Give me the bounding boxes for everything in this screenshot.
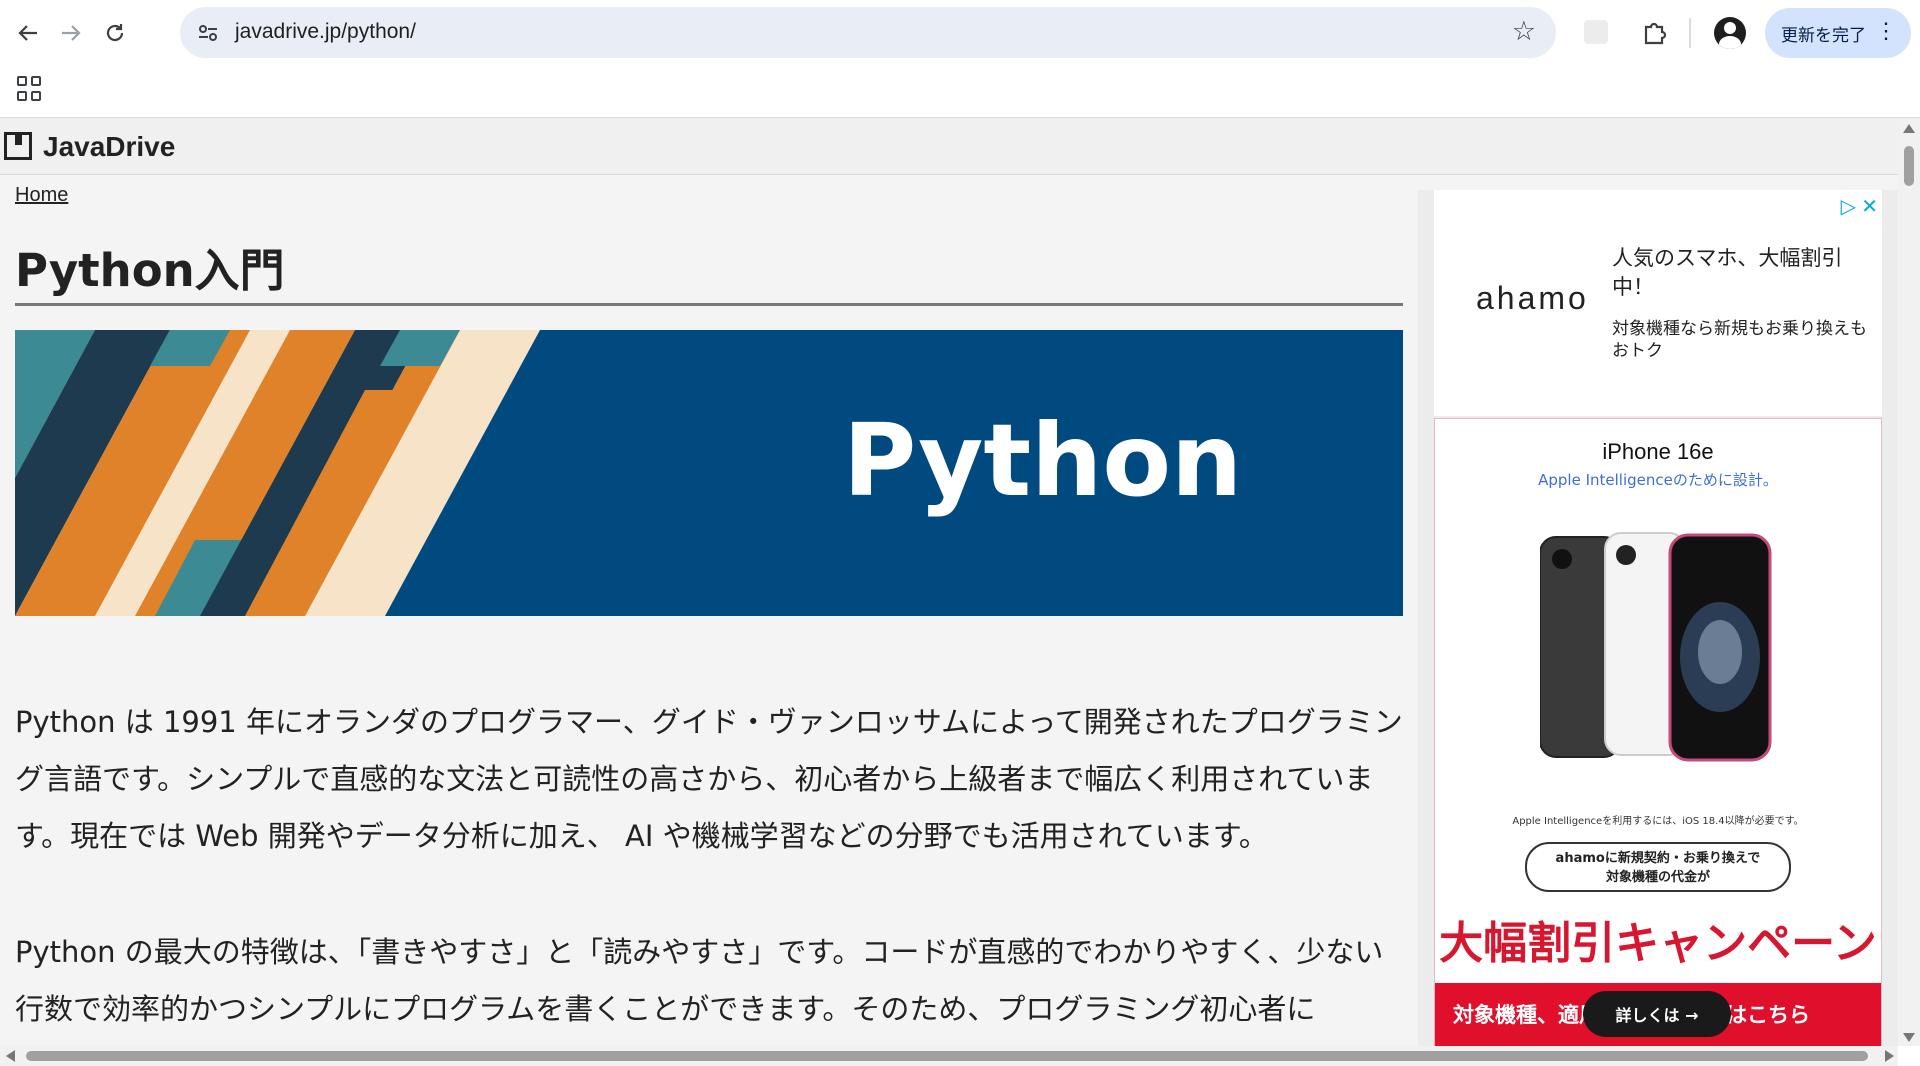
ad-product-name: iPhone 16e [1602,439,1714,464]
reload-icon [106,24,124,42]
star-icon[interactable]: ☆ [1512,16,1536,47]
address-bar[interactable]: javadrive.jp/python/ ☆ [180,7,1556,58]
ahamo-text-ad[interactable]: ▷ ✕ ahamo 人気のスマホ、大幅割引中！ 対象機種なら新規もお乗り換えもお… [1434,190,1882,416]
reload-button[interactable] [94,12,136,54]
tune-icon[interactable] [194,19,222,47]
site-header: JavaDrive [0,118,1898,175]
intro-paragraph: Python は 1991 年にオランダのプログラマー、グイド・ヴァンロッサムに… [15,705,1403,853]
vertical-scroll-thumb[interactable] [1904,146,1914,186]
ad-tagline: Apple Intelligenceのために設計。 [1538,471,1778,489]
horizontal-scrollbar[interactable] [0,1046,1898,1066]
ad-footer-bar[interactable]: 対象機種、適用条件の詳しくはこちら 詳しくは → [1435,983,1881,1046]
ahamo-logo[interactable]: ahamo [1476,280,1589,317]
kebab-menu-icon[interactable]: ⋮ [1875,20,1897,42]
iphone-banner-ad[interactable]: iPhone 16e Apple Intelligenceのために設計。 App… [1434,418,1882,1046]
banner-title: Python [843,402,1243,519]
scroll-left-arrow-icon[interactable] [6,1050,15,1062]
horizontal-scroll-thumb[interactable] [26,1051,1868,1061]
toolbar-divider [1689,18,1691,48]
browser-toolbar: javadrive.jp/python/ ☆ 更新を完了 ⋮ [0,0,1920,118]
iphone-product-image [1540,532,1772,762]
ad-description[interactable]: 対象機種なら新規もお乗り換えもおトク [1612,318,1872,362]
update-button-label: 更新を完了 [1781,25,1866,45]
puzzle-icon[interactable] [1635,12,1675,52]
close-icon[interactable]: ✕ [1861,194,1878,218]
python-banner-image: Python [15,330,1403,616]
web-page: JavaDrive Home Python入門 Python Python は … [0,118,1898,1046]
arrow-left-icon [18,25,37,41]
back-button[interactable] [7,12,49,54]
update-button[interactable]: 更新を完了 ⋮ [1765,8,1911,58]
url-text[interactable]: javadrive.jp/python/ [235,20,416,44]
scroll-down-arrow-icon[interactable] [1903,1033,1915,1042]
logo-icon[interactable] [4,132,32,160]
ad-footnote: Apple Intelligenceを利用するには、iOS 18.4以降が必要で… [1512,816,1804,827]
site-logo[interactable]: JavaDrive [43,131,175,163]
ad-details-button[interactable]: 詳しくは → [1583,991,1731,1037]
forward-button[interactable] [50,12,92,54]
ad-callout-bubble: ahamoに新規契約・お乗り換えで 対象機種の代金が [1525,842,1791,892]
features-paragraph: Python の最大の特徴は、「書きやすさ」と「読みやすさ」です。コードが直感的… [15,935,1384,1026]
ad-campaign-title: 大幅割引キャンペーン [1439,918,1877,969]
page-title: Python入門 [15,244,285,297]
scroll-up-arrow-icon[interactable] [1903,124,1915,133]
scroll-right-arrow-icon[interactable] [1885,1050,1894,1062]
adchoices-icon[interactable]: ▷ [1841,194,1856,218]
ad-headline[interactable]: 人気のスマホ、大幅割引中！ [1612,244,1872,302]
apps-grid-icon[interactable] [17,76,43,102]
title-divider [15,303,1403,306]
extension-icon[interactable] [1584,20,1608,44]
breadcrumb-home-link[interactable]: Home [15,184,68,207]
account-circle-icon[interactable] [1714,17,1746,49]
arrow-right-icon [62,25,81,41]
vertical-scrollbar[interactable] [1898,118,1920,1046]
